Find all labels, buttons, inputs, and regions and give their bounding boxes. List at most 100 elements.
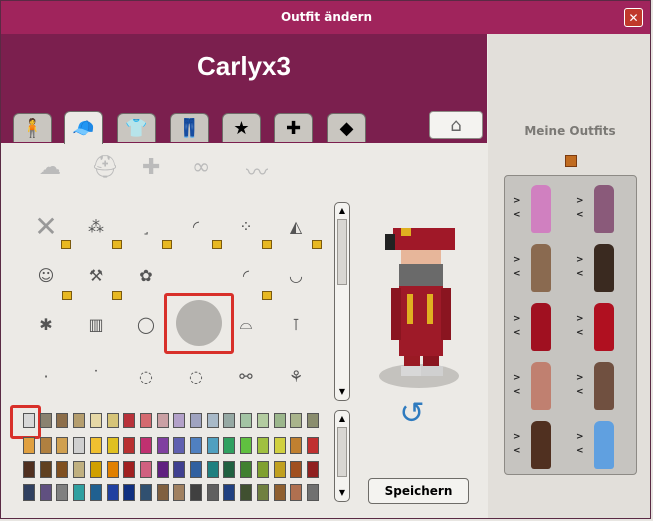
save-outfit-arrow-icon[interactable]: > [513, 371, 521, 385]
load-outfit-arrow-icon[interactable]: < [513, 208, 521, 222]
save-outfit-arrow-icon[interactable]: > [513, 430, 521, 444]
color-swatch[interactable] [23, 484, 35, 501]
color-swatch[interactable] [306, 484, 319, 501]
item-tile[interactable]: ⌓ [231, 309, 261, 339]
color-swatch[interactable] [73, 461, 86, 478]
outfit-arrows[interactable]: > < [513, 194, 521, 222]
hair-icon[interactable]: ☁ [39, 155, 61, 180]
item-tile[interactable]: ⚒ [81, 260, 111, 290]
item-tile[interactable]: ✱ [31, 309, 61, 339]
color-swatch[interactable] [89, 484, 102, 501]
item-tile[interactable]: ⚘ [281, 361, 311, 391]
outfit-slot[interactable]: > < [513, 182, 573, 236]
load-outfit-arrow-icon[interactable]: < [513, 326, 521, 340]
color-swatch[interactable] [256, 413, 269, 428]
save-outfit-arrow-icon[interactable]: > [576, 371, 584, 385]
tab-special[interactable]: ◆ [327, 113, 366, 142]
color-swatch[interactable] [306, 461, 319, 478]
color-swatch[interactable] [123, 461, 136, 478]
color-swatch[interactable] [190, 413, 202, 428]
outfit-arrows[interactable]: > < [576, 371, 584, 399]
color-swatch[interactable] [139, 437, 152, 454]
title-bar[interactable]: Outfit ändern ✕ [1, 1, 650, 34]
color-swatch[interactable] [223, 413, 236, 428]
item-tile[interactable]: ⊺ [281, 309, 311, 339]
scroll-up-icon[interactable]: ▲ [336, 205, 348, 217]
item-tile[interactable]: ◡ [281, 260, 311, 290]
save-button[interactable]: Speichern [368, 478, 469, 504]
color-swatch[interactable] [190, 484, 202, 501]
item-tile[interactable]: ☺ [31, 260, 61, 290]
color-swatch[interactable] [56, 461, 69, 478]
color-swatch[interactable] [306, 413, 319, 428]
hanger-button[interactable]: ⌂ [429, 111, 483, 139]
hat-icon[interactable]: ⛑ [91, 155, 119, 180]
color-swatch[interactable] [206, 413, 219, 428]
outfit-slot[interactable]: > < [576, 300, 636, 354]
tab-body[interactable]: 🧍 [13, 113, 52, 142]
save-outfit-arrow-icon[interactable]: > [513, 194, 521, 208]
color-swatch[interactable] [139, 484, 152, 501]
tab-effects[interactable]: ✚ [274, 113, 313, 142]
hair-accessory-icon[interactable]: ✚ [142, 155, 160, 180]
color-swatch[interactable] [256, 484, 269, 501]
color-swatch[interactable] [123, 413, 136, 428]
outfit-arrows[interactable]: > < [513, 430, 521, 458]
color-swatch[interactable] [23, 461, 35, 478]
outfit-slot[interactable]: > < [513, 359, 573, 413]
item-tile[interactable]: ◌ [181, 361, 211, 391]
color-swatch[interactable] [106, 461, 119, 478]
tab-head[interactable]: 🧢 [64, 111, 103, 144]
tab-top[interactable]: 👕 [117, 113, 156, 142]
save-outfit-arrow-icon[interactable]: > [576, 253, 584, 267]
load-outfit-arrow-icon[interactable]: < [576, 385, 584, 399]
color-swatch[interactable] [240, 461, 253, 478]
save-outfit-arrow-icon[interactable]: > [513, 312, 521, 326]
color-swatch[interactable] [273, 437, 286, 454]
scroll-down-icon[interactable]: ▼ [336, 487, 348, 499]
close-button[interactable]: ✕ [624, 8, 643, 27]
tab-accessories[interactable]: ★ [222, 113, 261, 142]
item-tile[interactable]: ˼ [131, 211, 161, 241]
outfit-slot[interactable]: > < [576, 241, 636, 295]
color-swatch[interactable] [56, 484, 69, 501]
item-tile[interactable]: ⁂ [81, 211, 111, 241]
color-swatch[interactable] [190, 437, 202, 454]
color-swatch[interactable] [273, 484, 286, 501]
color-swatch[interactable] [223, 484, 236, 501]
outfit-slot[interactable]: > < [576, 359, 636, 413]
color-swatch[interactable] [256, 437, 269, 454]
color-swatch[interactable] [123, 484, 136, 501]
item-tile[interactable]: ⁘ [231, 211, 261, 241]
color-swatch[interactable] [106, 413, 119, 428]
color-swatch[interactable] [156, 484, 169, 501]
load-outfit-arrow-icon[interactable]: < [513, 267, 521, 281]
outfit-slot[interactable]: > < [576, 418, 636, 472]
outfit-arrows[interactable]: > < [513, 312, 521, 340]
item-tile[interactable]: · [31, 361, 61, 391]
color-swatch[interactable] [123, 437, 136, 454]
item-tile[interactable]: ◯ [131, 309, 161, 339]
items-scrollbar[interactable]: ▲ ▼ [334, 202, 350, 401]
color-swatch[interactable] [106, 437, 119, 454]
outfit-slot[interactable]: > < [513, 241, 573, 295]
color-swatch[interactable] [39, 461, 52, 478]
save-outfit-arrow-icon[interactable]: > [576, 194, 584, 208]
color-swatch[interactable] [39, 413, 52, 428]
load-outfit-arrow-icon[interactable]: < [513, 444, 521, 458]
item-tile[interactable]: ◌ [131, 361, 161, 391]
color-swatch[interactable] [56, 413, 69, 428]
color-swatch[interactable] [190, 461, 202, 478]
color-swatch[interactable] [89, 413, 102, 428]
scroll-down-icon[interactable]: ▼ [336, 386, 348, 398]
color-swatch[interactable] [56, 437, 69, 454]
color-swatch[interactable] [23, 413, 35, 428]
color-swatch[interactable] [156, 437, 169, 454]
save-outfit-arrow-icon[interactable]: > [576, 312, 584, 326]
color-swatch[interactable] [73, 484, 86, 501]
color-swatch[interactable] [290, 437, 303, 454]
tab-bottom[interactable]: 👖 [170, 113, 209, 142]
outfit-arrows[interactable]: > < [576, 312, 584, 340]
item-tile[interactable]: ◭ [281, 211, 311, 241]
color-swatch[interactable] [206, 437, 219, 454]
